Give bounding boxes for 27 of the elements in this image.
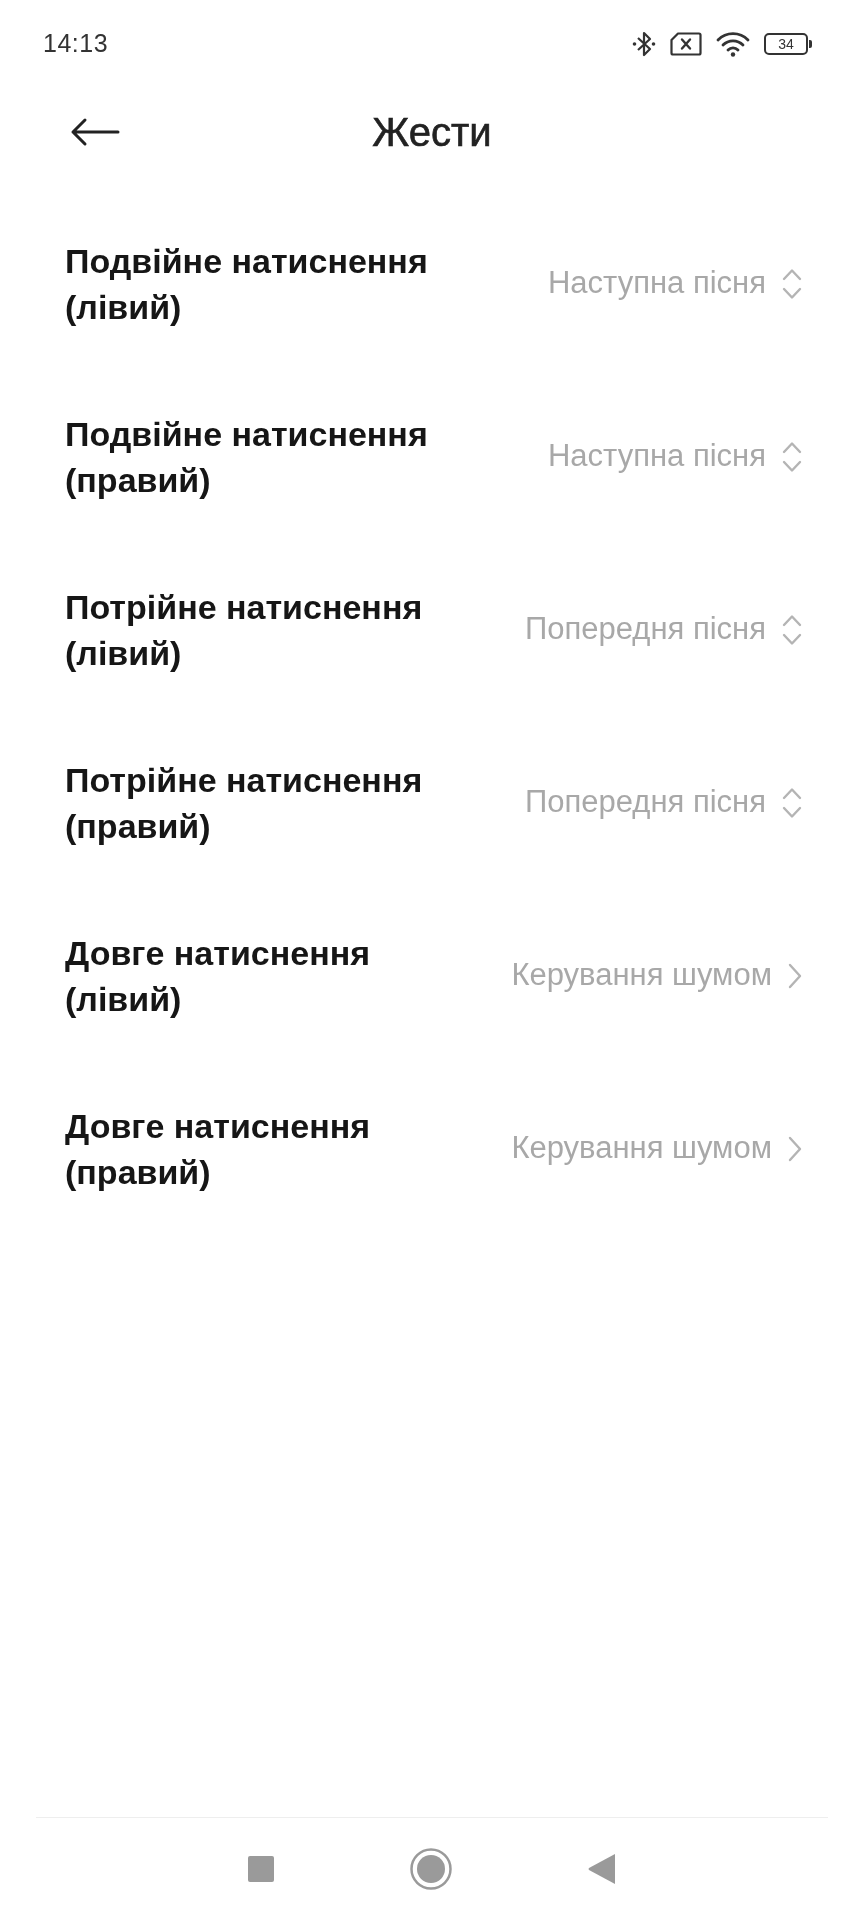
up-down-chevron-icon — [782, 786, 802, 819]
gesture-label: Подвійне натиснення (лівий) — [65, 240, 429, 328]
right-chevron-icon — [788, 1135, 802, 1162]
wifi-icon — [716, 31, 750, 57]
status-time: 14:13 — [43, 28, 109, 60]
back-arrow-button[interactable] — [70, 117, 120, 147]
selected-option-value[interactable]: Попередня пісня — [524, 606, 766, 653]
sim-card-x-icon — [670, 32, 702, 56]
battery-indicator: 34 — [764, 33, 812, 55]
gesture-label: Потрійне натиснення (правий) — [65, 759, 424, 847]
page-title: Жести — [372, 109, 492, 156]
gesture-label: Довге натиснення (правий) — [65, 1105, 372, 1193]
action-link-value[interactable]: Керування шумом — [511, 952, 772, 999]
selected-option-value[interactable]: Наступна пісня — [548, 433, 766, 480]
right-chevron-icon — [788, 962, 802, 989]
bluetooth-icon — [632, 30, 656, 58]
up-down-chevron-icon — [782, 613, 802, 646]
up-down-chevron-icon — [782, 440, 802, 473]
up-down-chevron-icon — [782, 267, 802, 300]
back-triangle-button[interactable] — [588, 1854, 616, 1884]
action-link-value[interactable]: Керування шумом — [511, 1125, 772, 1172]
gesture-label: Потрійне натиснення (лівий) — [65, 586, 424, 674]
home-circle-button[interactable] — [410, 1848, 452, 1890]
gesture-label: Подвійне натиснення (правий) — [65, 413, 429, 501]
selected-option-value[interactable]: Наступна пісня — [548, 260, 766, 307]
gesture-label: Довге натиснення (лівий) — [65, 932, 372, 1020]
selected-option-value[interactable]: Попередня пісня — [524, 779, 766, 826]
